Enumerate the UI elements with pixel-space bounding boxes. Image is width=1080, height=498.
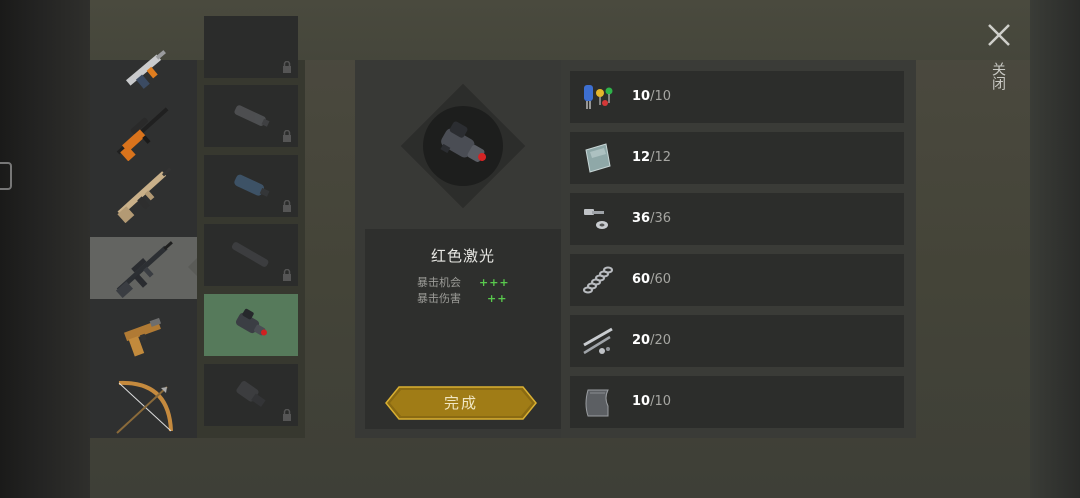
bolts-nuts-icon <box>584 209 608 229</box>
close-label[interactable]: 关闭 <box>990 62 1006 90</box>
attachment-slot-partial[interactable] <box>204 16 298 78</box>
material-count: 10/10 <box>632 89 672 104</box>
weapon-list <box>90 50 197 438</box>
selection-pointer <box>188 258 197 276</box>
lock-icon <box>283 269 291 281</box>
weapon-item-bow[interactable] <box>90 376 197 438</box>
blue-silencer-icon <box>234 174 270 197</box>
spring-icon <box>583 266 613 294</box>
attachment-slot-long-silencer[interactable] <box>204 224 298 286</box>
complete-button[interactable]: 完成 <box>385 386 537 420</box>
pistol-icon <box>123 317 161 357</box>
close-icon[interactable] <box>986 22 1012 48</box>
material-row: 20/20 <box>570 315 904 367</box>
smg-icon <box>125 50 166 89</box>
attachment-slot-silencer[interactable] <box>204 85 298 147</box>
lock-icon <box>283 130 291 142</box>
weapon-item-sniper[interactable] <box>90 100 197 162</box>
camera-notch <box>0 162 12 190</box>
weapon-item-tan-rifle[interactable] <box>90 162 197 224</box>
item-detail-panel: 红色激光 暴击机会 +++ 暴击伤害 ++ 完成 <box>355 60 561 438</box>
material-row: 10/10 <box>570 71 904 123</box>
weapon-item-pistol[interactable] <box>90 304 197 366</box>
material-count: 60/60 <box>632 272 672 287</box>
material-row: 10/10 <box>570 376 904 428</box>
glass-plate-icon <box>585 143 611 173</box>
complete-button-label: 完成 <box>443 394 478 412</box>
assault-rifle-tan-icon <box>116 167 171 223</box>
bow-icon <box>115 380 173 434</box>
electronic-parts-icon <box>584 85 613 109</box>
stat-value: +++ <box>479 276 510 289</box>
material-row: 60/60 <box>570 254 904 306</box>
material-count: 10/10 <box>632 394 672 409</box>
item-preview <box>400 83 526 209</box>
materials-panel: 10/10 12/12 36/36 60/60 20/20 10/10 <box>561 60 916 438</box>
left-screen-edge <box>0 0 90 498</box>
attachment-list <box>197 16 305 438</box>
metal-sheet-icon <box>585 389 609 417</box>
attachment-slot-blue-silencer[interactable] <box>204 155 298 217</box>
weapon-item-assault-rifle[interactable] <box>90 237 197 299</box>
stat-crit-chance: 暴击机会 +++ <box>417 274 510 290</box>
scope-mount-icon <box>236 381 266 407</box>
lock-icon <box>283 200 291 212</box>
lock-icon <box>283 409 291 421</box>
material-row: 12/12 <box>570 132 904 184</box>
item-title: 红色激光 <box>430 247 495 265</box>
red-laser-icon <box>235 308 267 336</box>
attachment-slot-red-laser[interactable] <box>204 294 298 356</box>
attachment-slot-scope-mount[interactable] <box>204 364 298 426</box>
preview-badge <box>423 106 503 186</box>
material-count: 12/12 <box>632 150 672 165</box>
pipes-parts-icon <box>583 327 613 355</box>
material-count: 20/20 <box>632 333 672 348</box>
material-count: 36/36 <box>632 211 672 226</box>
right-screen-edge <box>1030 0 1080 498</box>
material-row: 36/36 <box>570 193 904 245</box>
stat-label: 暴击机会 <box>417 276 461 289</box>
stat-label: 暴击伤害 <box>417 292 461 305</box>
weapon-item-smg[interactable] <box>90 38 197 100</box>
stat-crit-damage: 暴击伤害 ++ <box>417 290 507 306</box>
stat-value: ++ <box>487 292 508 305</box>
silencer-icon <box>234 105 270 127</box>
red-laser-icon <box>440 121 487 162</box>
lock-icon <box>283 61 291 73</box>
long-silencer-icon <box>231 242 269 267</box>
assault-rifle-icon <box>115 241 173 298</box>
sniper-rifle-icon <box>116 107 168 161</box>
